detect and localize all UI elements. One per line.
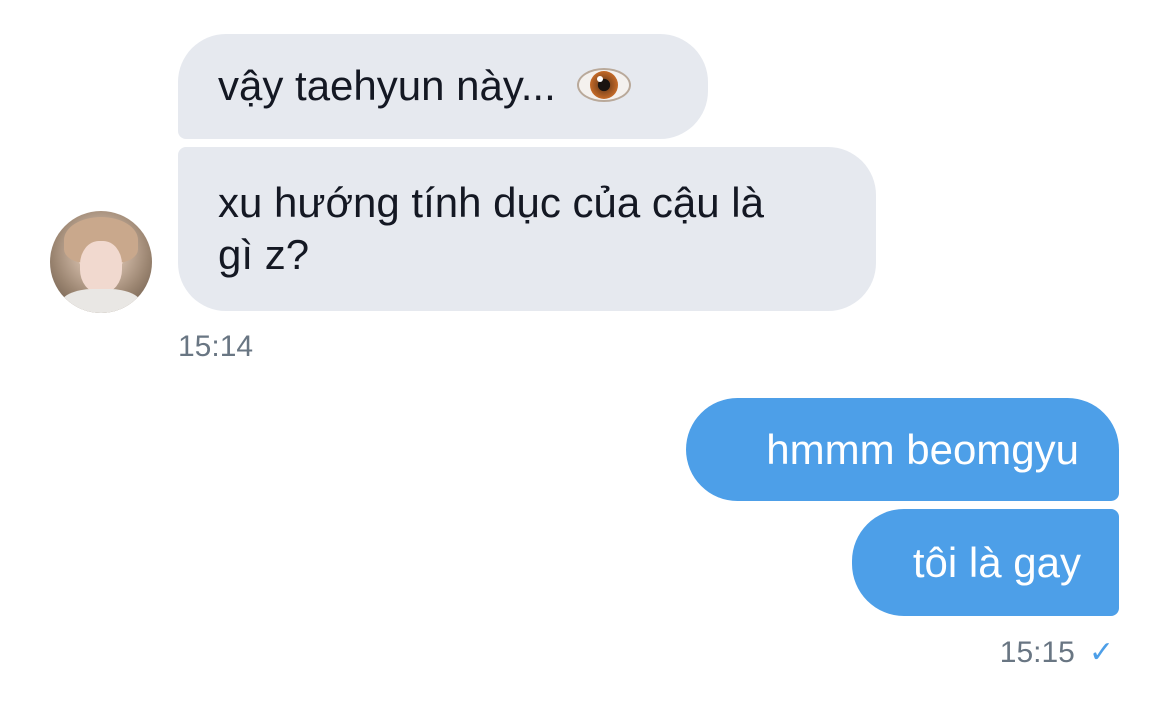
incoming-timestamp: 15:14	[178, 330, 254, 363]
message-text: hmmm beomgyu	[766, 426, 1079, 473]
message-text: xu hướng tính dục của cậu là gì z?	[218, 179, 764, 278]
eye-emoji-icon	[575, 64, 633, 106]
incoming-message-bubble[interactable]: xu hướng tính dục của cậu là gì z?	[178, 147, 876, 311]
contact-avatar[interactable]	[50, 211, 152, 313]
outgoing-message-bubble[interactable]: tôi là gay	[852, 509, 1119, 616]
message-text: tôi là gay	[912, 539, 1081, 586]
message-text: vậy taehyun này...	[218, 62, 568, 109]
read-check-icon: ✓	[1088, 635, 1114, 670]
outgoing-timestamp: 15:15	[999, 635, 1075, 669]
outgoing-timestamp-row: 15:15 ✓	[1000, 635, 1114, 670]
incoming-message-bubble[interactable]: vậy taehyun này...	[178, 34, 708, 139]
outgoing-message-bubble[interactable]: hmmm beomgyu	[686, 398, 1119, 501]
avatar-shirt	[60, 289, 142, 313]
avatar-face	[80, 241, 122, 293]
